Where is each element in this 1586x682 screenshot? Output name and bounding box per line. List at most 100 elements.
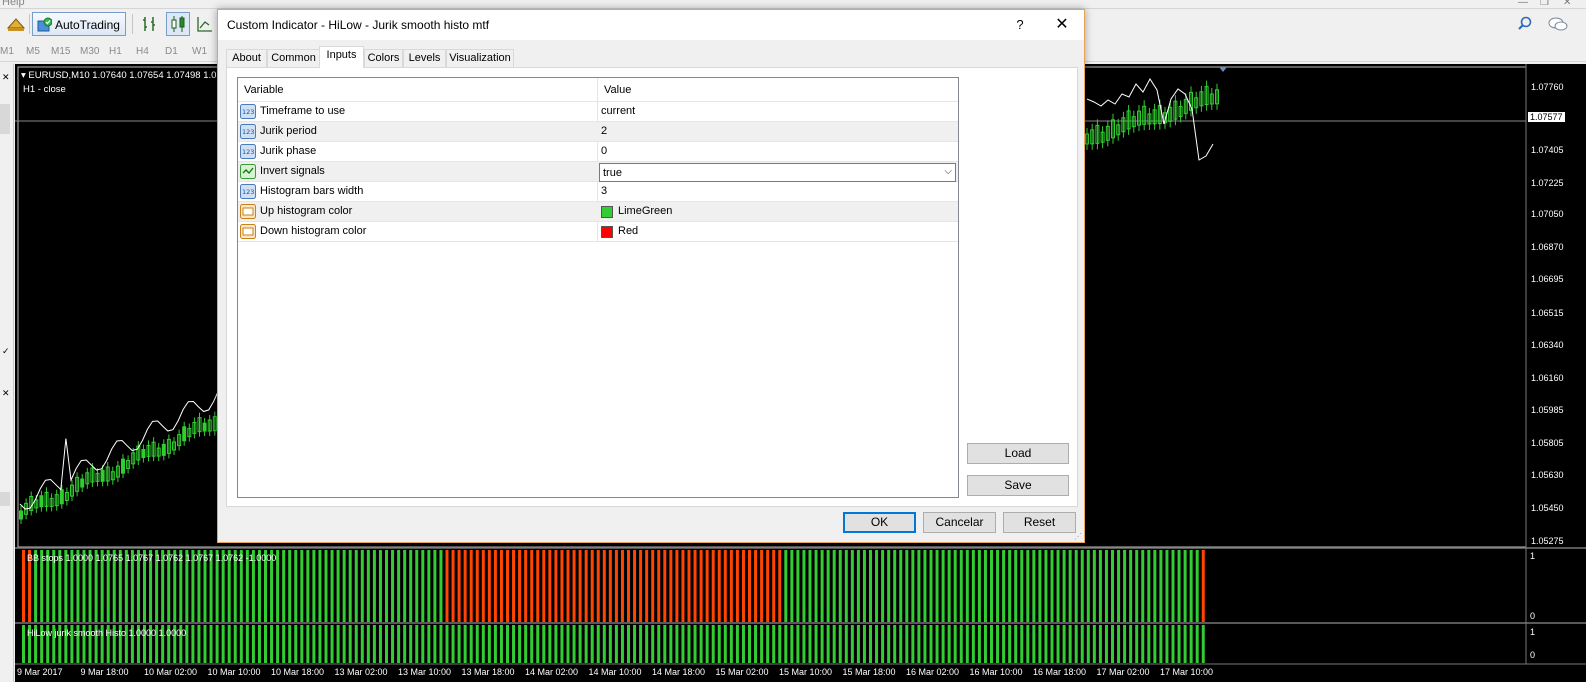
autotrading-button[interactable]: AutoTrading [32, 12, 126, 36]
dialog-titlebar[interactable]: Custom Indicator - HiLow - Jurik smooth … [218, 10, 1084, 40]
color-icon [240, 224, 256, 239]
collapse-icon[interactable]: ✕ [2, 72, 10, 83]
chat-button[interactable] [1545, 12, 1571, 36]
histogram-bar [251, 625, 255, 663]
histogram-bar [276, 550, 280, 622]
histogram-bar [524, 550, 528, 622]
tab-visualization[interactable]: Visualization [446, 49, 514, 68]
input-row-up-color[interactable]: Up histogram color LimeGreen [238, 202, 958, 222]
time-tick: 17 Mar 10:00 [1160, 667, 1214, 677]
histogram-bar [493, 625, 497, 663]
inputs-panel: Variable Value 123 Timeframe to use curr… [226, 67, 1078, 507]
input-row-invert-signals[interactable]: Invert signals true ⌵ [238, 162, 958, 182]
histogram-bar [378, 625, 382, 663]
scroll-thumb[interactable] [0, 492, 10, 506]
histogram-bar [663, 550, 667, 622]
indicator2-axis-bottom: 0 [1530, 650, 1536, 660]
minimize-icon[interactable]: — [1518, 0, 1528, 8]
histogram-bar [487, 625, 491, 663]
histogram-bar [983, 625, 987, 663]
input-value[interactable]: LimeGreen [618, 205, 672, 217]
candle-body [59, 489, 64, 505]
invert-signals-select[interactable]: true ⌵ [599, 163, 956, 182]
price-tick: 1.05985 [1531, 405, 1564, 415]
histogram-bar [421, 625, 425, 663]
header-variable[interactable]: Variable [244, 84, 284, 96]
header-value[interactable]: Value [604, 84, 631, 96]
input-value[interactable]: current [601, 105, 635, 117]
histogram-bar [899, 550, 903, 622]
candlestick-button[interactable] [166, 12, 190, 36]
input-value[interactable]: 0 [601, 145, 607, 157]
input-name: Jurik phase [260, 145, 317, 157]
input-row-timeframe[interactable]: 123 Timeframe to use current [238, 102, 958, 122]
time-tick: 10 Mar 18:00 [271, 667, 325, 677]
histogram-bar [590, 625, 594, 663]
ok-button[interactable]: OK [843, 512, 916, 533]
resize-grip-icon[interactable]: ⋰ [1074, 532, 1082, 541]
timeframe-w1[interactable]: W1 [192, 46, 207, 57]
search-button[interactable] [1515, 12, 1535, 36]
input-name: Up histogram color [260, 205, 353, 217]
histogram-bar [433, 625, 437, 663]
histogram-bar [451, 625, 455, 663]
tab-about[interactable]: About [226, 49, 267, 68]
histogram-bar [312, 625, 316, 663]
input-value[interactable]: Red [618, 225, 638, 237]
histogram-bar [1117, 550, 1121, 622]
histogram-bar [741, 550, 745, 622]
load-button[interactable]: Load [967, 443, 1069, 464]
input-name: Histogram bars width [260, 185, 364, 197]
input-value[interactable]: 2 [601, 125, 607, 137]
help-button[interactable]: ? [1010, 15, 1030, 35]
input-row-histogram-width[interactable]: 123 Histogram bars width 3 [238, 182, 958, 202]
histogram-bar [493, 550, 497, 622]
histogram-bar [1177, 550, 1181, 622]
collapse-icon[interactable]: ✕ [2, 388, 10, 399]
tab-inputs[interactable]: Inputs [319, 46, 364, 68]
histogram-bar [1117, 625, 1121, 663]
histogram-bar [1026, 625, 1030, 663]
input-row-jurik-period[interactable]: 123 Jurik period 2 [238, 122, 958, 142]
price-tick: 1.06870 [1531, 242, 1564, 252]
expert-advisor-button[interactable] [4, 12, 28, 36]
input-row-down-color[interactable]: Down histogram color Red [238, 222, 958, 242]
timeframe-d1[interactable]: D1 [165, 46, 178, 57]
restore-icon[interactable]: ❐ [1540, 0, 1549, 8]
collapse-icon[interactable]: ✓ [2, 346, 10, 357]
tab-colors[interactable]: Colors [364, 49, 403, 68]
histogram-bar [542, 625, 546, 663]
timeframe-m1[interactable]: M1 [0, 46, 14, 57]
input-value[interactable]: 3 [601, 185, 607, 197]
color-swatch[interactable] [601, 226, 613, 238]
menu-help[interactable]: Help [2, 0, 25, 8]
price-tick: 1.06340 [1531, 340, 1564, 350]
inputs-grid[interactable]: Variable Value 123 Timeframe to use curr… [237, 77, 959, 498]
timeframe-h1[interactable]: H1 [109, 46, 122, 57]
chat-icon [1548, 17, 1568, 31]
scroll-thumb[interactable] [0, 104, 10, 134]
histogram-bar [1038, 625, 1042, 663]
reset-button[interactable]: Reset [1003, 512, 1076, 533]
bar-chart-button[interactable] [138, 12, 162, 36]
tab-common[interactable]: Common [267, 49, 320, 68]
save-button[interactable]: Save [967, 475, 1069, 496]
histogram-bar [723, 625, 727, 663]
timeframe-h4[interactable]: H4 [136, 46, 149, 57]
histogram-bar [911, 625, 915, 663]
histogram-bar [1068, 550, 1072, 622]
timeframe-m15[interactable]: M15 [51, 46, 70, 57]
color-swatch[interactable] [601, 206, 613, 218]
close-window-icon[interactable]: ✕ [1563, 0, 1571, 8]
histogram-bar [1165, 550, 1169, 622]
timeframe-m5[interactable]: M5 [26, 46, 40, 57]
line-chart-button[interactable] [194, 12, 216, 36]
input-row-jurik-phase[interactable]: 123 Jurik phase 0 [238, 142, 958, 162]
chevron-down-icon[interactable]: ⌵ [944, 166, 952, 177]
tab-levels[interactable]: Levels [403, 49, 446, 68]
histogram-bar [584, 625, 588, 663]
histogram-bar [288, 550, 292, 622]
close-button[interactable]: ✕ [1050, 14, 1074, 36]
cancel-button[interactable]: Cancelar [923, 512, 996, 533]
timeframe-m30[interactable]: M30 [80, 46, 99, 57]
